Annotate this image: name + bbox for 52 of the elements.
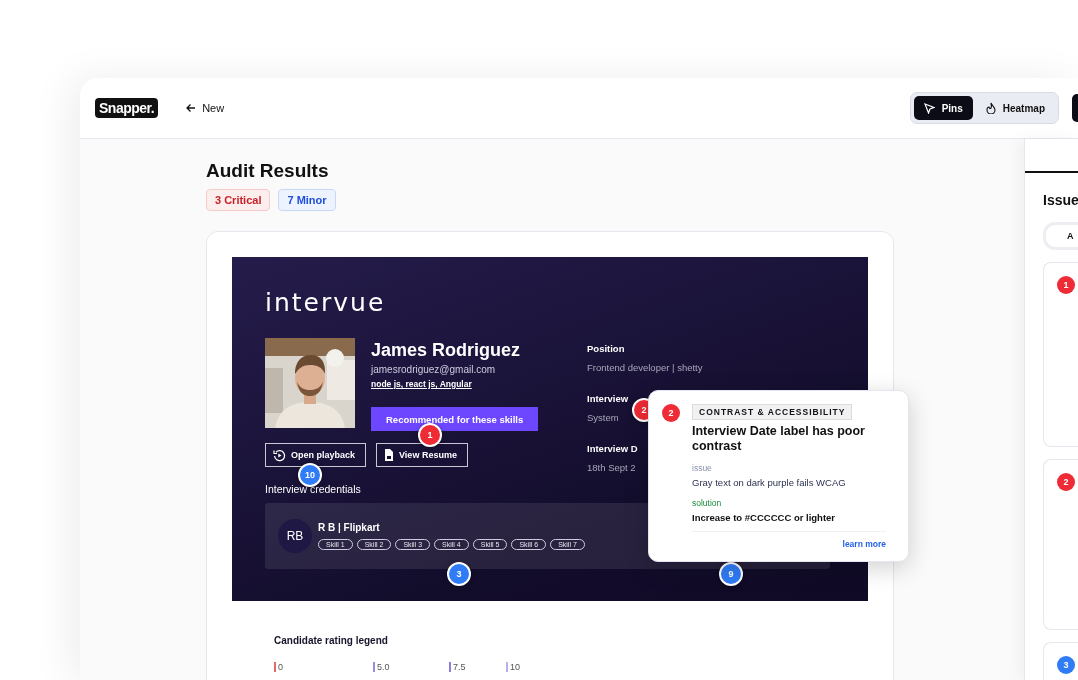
page-title: Audit Results: [206, 159, 330, 183]
recommend-button[interactable]: Recommended for these skills: [371, 407, 539, 431]
issue-count-badge: 7 Minor: [278, 189, 336, 211]
avatar: RB: [278, 519, 312, 553]
solution-text: Increase to #CCCCCC or lighter: [692, 512, 886, 532]
legend-tick: 10: [506, 662, 540, 672]
legend-title: Candidate rating legend: [274, 635, 389, 646]
solution-label: solution: [692, 498, 722, 508]
issue-card[interactable]: 1: [1043, 262, 1078, 447]
issue-number-badge: 2: [1057, 473, 1075, 491]
replay-icon: [273, 448, 286, 462]
issue-number-badge: 3: [1057, 656, 1075, 674]
issue-card[interactable]: 3: [1043, 642, 1078, 680]
field-value: Frontend developer | shetty: [587, 362, 703, 373]
toolbar-button[interactable]: [1072, 94, 1078, 122]
issue-title: Interview Date label has poor contrast: [692, 424, 866, 454]
mode-tab[interactable]: Heatmap: [975, 96, 1055, 120]
legend-tick: 5.0: [373, 662, 449, 672]
issue-pin[interactable]: 3: [447, 562, 471, 586]
learn-more-link[interactable]: learn more: [842, 539, 886, 549]
cursor-icon: [923, 102, 935, 114]
action-button[interactable]: View Resume: [376, 443, 468, 467]
legend-tick: 7.5: [449, 662, 506, 672]
skills-link[interactable]: node js, react js, Angular: [371, 379, 472, 389]
issue-card[interactable]: 2: [1043, 459, 1078, 630]
field-value: 18th Sept 2: [587, 462, 636, 473]
back-button[interactable]: New: [186, 102, 225, 114]
document-icon: [384, 449, 395, 461]
interviewer-name: R B | Flipkart: [318, 522, 381, 533]
field-value: System: [587, 412, 619, 423]
category-tag: CONTRAST & ACCESSIBILITY: [692, 404, 853, 420]
candidate-email: jamesrodriguez@gmail.com: [371, 364, 496, 375]
field-label: Interview: [587, 393, 629, 404]
issue-label: issue: [692, 463, 712, 473]
issue-number-badge: 2: [662, 404, 680, 422]
issue-pin[interactable]: 9: [719, 562, 743, 586]
flame-icon: [985, 102, 996, 114]
brand-logo: intervue: [265, 290, 386, 316]
field-label: Interview D: [587, 443, 638, 454]
issue-pin[interactable]: 10: [298, 463, 322, 487]
candidate-name: James Rodriguez: [371, 340, 521, 360]
legend-tick: 0: [274, 662, 373, 672]
filter-tab[interactable]: A: [1043, 222, 1078, 250]
issue-count-badge: 3 Critical: [206, 189, 271, 211]
panel-title: Issue: [1043, 192, 1078, 208]
logo: Snapper.: [95, 98, 159, 118]
issue-description: Gray text on dark purple fails WCAG: [692, 477, 846, 488]
mode-tab[interactable]: Pins: [913, 96, 973, 120]
field-label: Position: [587, 343, 625, 354]
arrow-left-icon: [186, 103, 197, 113]
action-button[interactable]: Open playback: [265, 443, 367, 467]
issue-number-badge: 1: [1057, 276, 1075, 294]
